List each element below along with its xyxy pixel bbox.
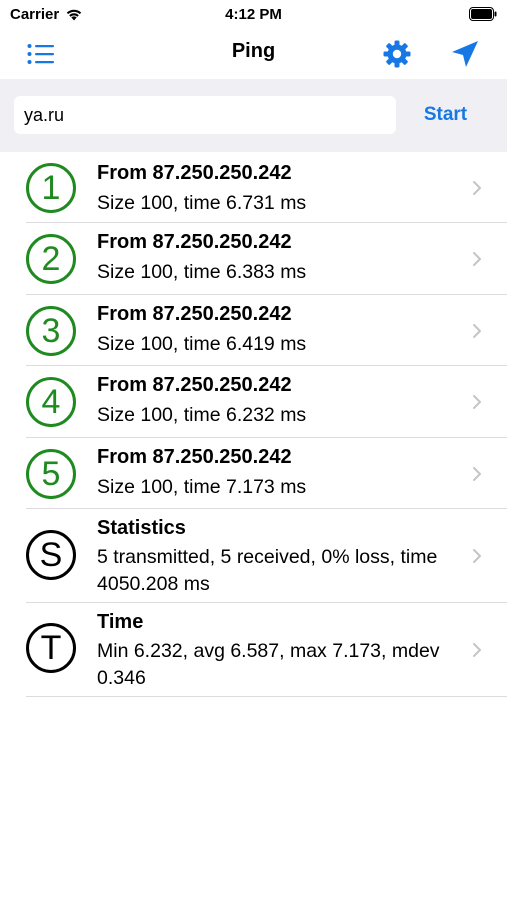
sequence-badge: 4 [26,377,76,427]
statistics-detail: 5 transmitted, 5 received, 0% loss, time… [97,546,438,595]
reply-source: From 87.250.250.242 [97,374,292,396]
list-item[interactable]: 3 From 87.250.250.242 Size 100, time 6.4… [0,295,507,366]
sequence-badge: 3 [26,306,76,356]
settings-button[interactable] [380,37,414,71]
reply-source: From 87.250.250.242 [97,162,292,184]
reply-detail: Size 100, time 6.232 ms [97,404,307,426]
statistics-title: Statistics [97,517,186,539]
list-item[interactable]: 2 From 87.250.250.242 Size 100, time 6.3… [0,223,507,295]
list-item[interactable]: 1 From 87.250.250.242 Size 100, time 6.7… [0,152,507,223]
reply-source: From 87.250.250.242 [97,303,292,325]
chevron-right-icon [473,395,481,409]
reply-source: From 87.250.250.242 [97,231,292,253]
chevron-right-icon [473,549,481,563]
chevron-right-icon [473,324,481,338]
start-button[interactable]: Start [408,96,483,134]
sequence-badge: 2 [26,234,76,284]
list-item[interactable]: 4 From 87.250.250.242 Size 100, time 6.2… [0,366,507,438]
navigation-bar: Ping [0,30,507,78]
reply-detail: Size 100, time 6.419 ms [97,333,307,355]
time-summary-badge: T [26,623,76,673]
status-bar: Carrier 4:12 PM [0,0,507,30]
page-title: Ping [231,40,276,62]
time-summary-title: Time [97,611,144,633]
reply-detail: Size 100, time 7.173 ms [97,476,307,498]
reply-detail: Size 100, time 6.383 ms [97,261,307,283]
host-input[interactable] [14,96,396,134]
time-summary-row[interactable]: T Time Min 6.232, avg 6.587, max 7.173, … [0,603,507,697]
send-icon [452,41,478,67]
chevron-right-icon [473,252,481,266]
list-item[interactable]: 5 From 87.250.250.242 Size 100, time 7.1… [0,438,507,509]
reply-detail: Size 100, time 6.731 ms [97,192,307,214]
time-summary-detail: Min 6.232, avg 6.587, max 7.173, mdev 0.… [97,640,440,689]
statistics-row[interactable]: S Statistics 5 transmitted, 5 received, … [0,509,507,603]
ping-results-list: 1 From 87.250.250.242 Size 100, time 6.7… [0,152,507,697]
sequence-badge: 1 [26,163,76,213]
battery-icon [469,7,497,26]
host-entry-bar: Start [0,79,507,152]
sequence-badge: 5 [26,449,76,499]
gear-icon [383,40,411,68]
chevron-right-icon [473,467,481,481]
chevron-right-icon [473,643,481,657]
reply-source: From 87.250.250.242 [97,446,292,468]
chevron-right-icon [473,181,481,195]
statistics-badge: S [26,530,76,580]
send-button[interactable] [448,37,482,71]
status-time: 4:12 PM [225,6,282,23]
